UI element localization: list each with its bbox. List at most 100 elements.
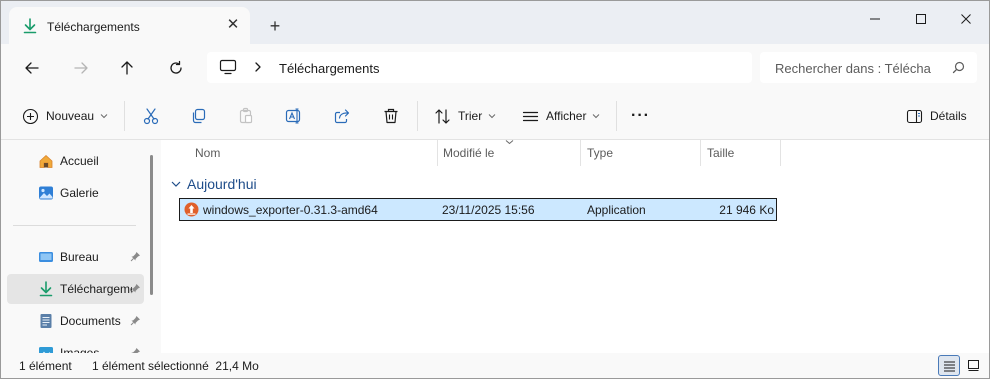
column-header-size[interactable]: Taille xyxy=(707,140,779,166)
new-label: Nouveau xyxy=(46,109,95,123)
navigation-bar: Téléchargements Rechercher dans : Téléch… xyxy=(1,44,989,91)
share-button[interactable] xyxy=(333,102,351,130)
copy-button[interactable] xyxy=(190,102,208,130)
pin-icon[interactable] xyxy=(130,251,141,262)
more-options-button[interactable]: ··· xyxy=(631,102,650,130)
chevron-down-icon xyxy=(100,114,108,119)
pin-icon[interactable] xyxy=(130,283,141,294)
file-modified: 23/11/2025 15:56 xyxy=(442,203,535,217)
minimize-button[interactable] xyxy=(852,1,898,37)
search-icon xyxy=(952,61,965,74)
column-separator[interactable] xyxy=(437,140,438,166)
tiles-view-icon xyxy=(967,360,979,371)
download-icon xyxy=(23,18,37,34)
sidebar-item-gallery[interactable]: Galerie xyxy=(7,178,144,208)
breadcrumb-downloads[interactable]: Téléchargements xyxy=(279,61,379,76)
documents-icon xyxy=(40,314,52,328)
close-button[interactable] xyxy=(943,1,989,37)
minimize-icon xyxy=(870,18,880,20)
toolbar-separator xyxy=(417,101,418,131)
maximize-icon xyxy=(916,14,926,24)
sort-chevron-icon xyxy=(505,140,514,145)
sort-icon xyxy=(435,108,450,124)
rename-button[interactable] xyxy=(285,102,303,130)
selection-info: 1 élément sélectionné 21,4 Mo xyxy=(92,359,259,373)
sidebar-item-label: Bureau xyxy=(60,250,99,264)
column-separator[interactable] xyxy=(700,140,701,166)
sidebar-item-label: Accueil xyxy=(60,154,99,168)
sort-label: Trier xyxy=(458,109,483,123)
view-label: Afficher xyxy=(546,109,587,123)
gallery-icon xyxy=(39,186,53,200)
chevron-down-icon xyxy=(171,181,181,187)
forward-button[interactable] xyxy=(67,54,95,82)
file-list: Nom Modifié le Type Taille Aujourd'hui w… xyxy=(161,140,989,353)
column-header-name[interactable]: Nom xyxy=(195,140,435,166)
tiles-view-button[interactable] xyxy=(962,355,984,376)
status-bar: 1 élément 1 élément sélectionné 21,4 Mo xyxy=(1,353,989,378)
column-separator[interactable] xyxy=(780,140,781,166)
download-icon xyxy=(39,281,53,297)
paste-button[interactable] xyxy=(237,102,255,130)
tab-title: Téléchargements xyxy=(47,20,140,34)
chevron-down-icon xyxy=(488,114,496,119)
column-header-modified[interactable]: Modifié le xyxy=(443,140,579,166)
pin-icon[interactable] xyxy=(130,315,141,326)
back-button[interactable] xyxy=(18,54,46,82)
this-pc-icon xyxy=(219,59,237,75)
sidebar-scrollbar[interactable] xyxy=(150,155,153,295)
sidebar-item-documents[interactable]: Documents xyxy=(7,306,144,336)
file-explorer-window: Téléchargements ✕ + Téléchargements Rech… xyxy=(0,0,990,379)
file-size: 21 946 Ko xyxy=(719,203,774,217)
sidebar-item-label: Téléchargements xyxy=(60,282,132,296)
search-placeholder: Rechercher dans : Télécha xyxy=(775,61,931,76)
column-separator[interactable] xyxy=(580,140,581,166)
cut-button[interactable] xyxy=(142,102,160,130)
application-icon xyxy=(184,202,199,217)
paste-icon xyxy=(239,107,253,124)
desktop-icon xyxy=(39,252,53,262)
command-bar: Nouveau Trier Afficher ··· Détails xyxy=(1,91,989,140)
sidebar-item-downloads[interactable]: Téléchargements xyxy=(7,274,144,304)
file-row[interactable]: windows_exporter-0.31.3-amd64 23/11/2025… xyxy=(179,198,777,221)
details-view-icon xyxy=(943,361,955,371)
arrow-left-icon xyxy=(25,62,39,74)
search-box[interactable]: Rechercher dans : Télécha xyxy=(760,52,977,83)
group-label: Aujourd'hui xyxy=(187,176,257,192)
tab-close-icon[interactable]: ✕ xyxy=(224,16,242,34)
details-view-button[interactable] xyxy=(938,355,960,376)
trash-icon xyxy=(384,108,398,124)
file-name: windows_exporter-0.31.3-amd64 xyxy=(203,203,378,217)
chevron-down-icon xyxy=(593,114,600,119)
item-count: 1 élément xyxy=(19,359,72,373)
file-type: Application xyxy=(587,203,646,217)
details-pane-button[interactable]: Détails xyxy=(906,102,967,130)
column-header-type[interactable]: Type xyxy=(587,140,699,166)
view-button[interactable]: Afficher xyxy=(522,102,600,130)
chevron-right-icon[interactable] xyxy=(253,61,263,73)
close-icon xyxy=(961,14,971,24)
refresh-button[interactable] xyxy=(162,54,190,82)
sidebar-item-desktop[interactable]: Bureau xyxy=(7,242,144,272)
sort-button[interactable]: Trier xyxy=(434,102,496,130)
group-header-today[interactable]: Aujourd'hui xyxy=(171,175,257,193)
plus-circle-icon xyxy=(22,108,39,124)
details-label: Détails xyxy=(930,109,967,123)
sidebar-item-label: Galerie xyxy=(60,186,99,200)
home-icon xyxy=(39,154,53,168)
new-button[interactable]: Nouveau xyxy=(22,102,108,130)
arrow-up-icon xyxy=(121,61,133,75)
delete-button[interactable] xyxy=(382,102,400,130)
copy-icon xyxy=(192,108,206,124)
address-bar[interactable]: Téléchargements xyxy=(207,52,752,83)
title-bar: Téléchargements ✕ + xyxy=(1,1,989,44)
tab-downloads[interactable]: Téléchargements ✕ xyxy=(9,7,250,44)
maximize-button[interactable] xyxy=(898,1,944,37)
sidebar-item-label: Documents xyxy=(60,314,121,328)
sidebar-item-home[interactable]: Accueil xyxy=(7,146,144,176)
new-tab-button[interactable]: + xyxy=(265,16,285,36)
up-button[interactable] xyxy=(113,54,141,82)
cut-icon xyxy=(143,108,159,125)
refresh-icon xyxy=(170,60,182,74)
toolbar-separator xyxy=(616,101,617,131)
